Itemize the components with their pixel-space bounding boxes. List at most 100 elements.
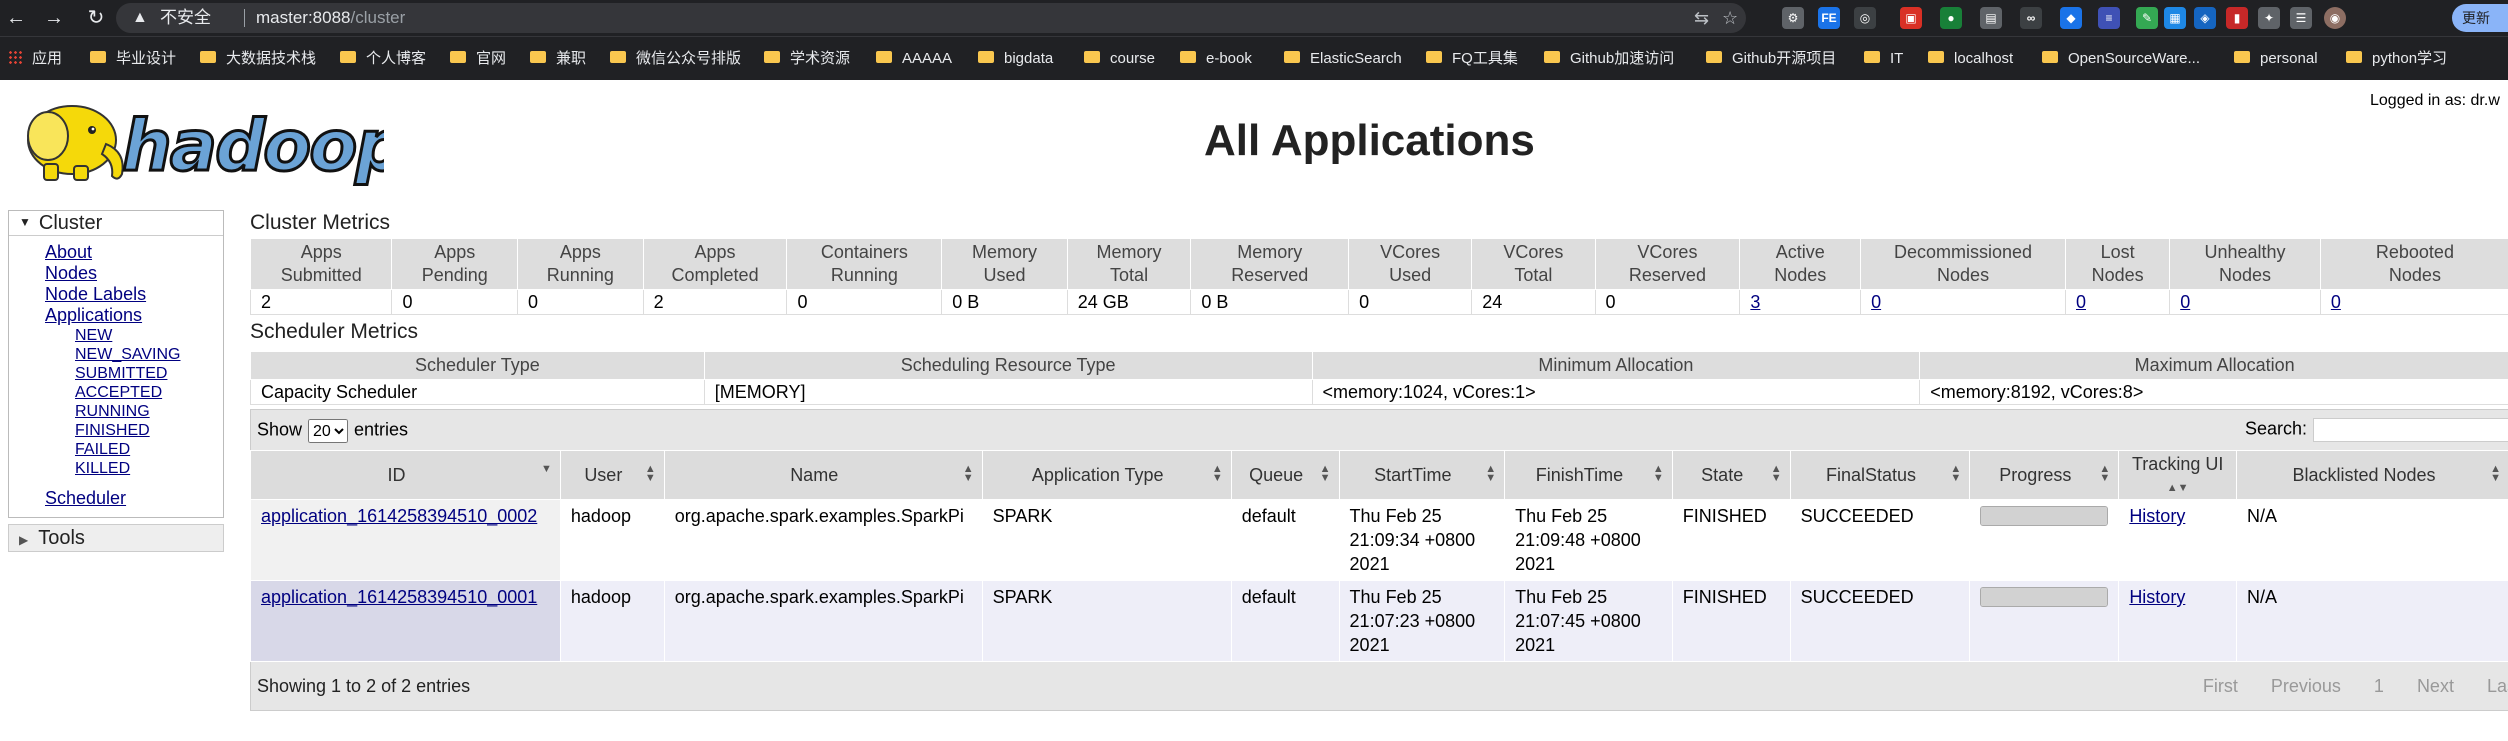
sidebar-link-node-labels[interactable]: Node Labels: [45, 284, 223, 305]
star-icon[interactable]: ☆: [1722, 3, 1738, 33]
state-link-failed[interactable]: FAILED: [75, 440, 223, 459]
bookmark-folder[interactable]: 毕业设计: [90, 48, 176, 70]
pager-next[interactable]: Next: [2417, 676, 2454, 696]
sidebar-link-scheduler[interactable]: Scheduler: [45, 488, 223, 509]
cluster-header[interactable]: ▼ Cluster: [9, 211, 223, 236]
active-nodes-link[interactable]: 3: [1750, 292, 1760, 312]
translate-icon[interactable]: ⇆: [1694, 3, 1709, 33]
state-link-finished[interactable]: FINISHED: [75, 421, 223, 440]
state-link-running[interactable]: RUNNING: [75, 402, 223, 421]
history-link[interactable]: History: [2129, 587, 2185, 607]
reload-icon[interactable]: ↻: [82, 4, 110, 32]
extension-lock-icon[interactable]: ▣: [1900, 7, 1922, 29]
bookmark-folder[interactable]: course: [1084, 48, 1155, 70]
app-id-link[interactable]: application_1614258394510_0001: [261, 587, 537, 607]
pager-previous[interactable]: Previous: [2271, 676, 2341, 696]
bookmark-folder[interactable]: 兼职: [530, 48, 586, 70]
sidebar-link-nodes[interactable]: Nodes: [45, 263, 223, 284]
extension-leaf-icon[interactable]: ●: [1940, 7, 1962, 29]
column-header-queue[interactable]: Queue ▲ ▼: [1230, 450, 1340, 500]
bookmark-folder[interactable]: personal: [2234, 48, 2318, 70]
tools-header[interactable]: ▶ Tools: [8, 524, 224, 552]
column-header-progress[interactable]: Progress ▲ ▼: [1969, 450, 2120, 500]
metric-value-link[interactable]: 0: [2064, 289, 2171, 315]
metric-value-link[interactable]: 3: [1739, 289, 1862, 315]
extension-list-icon[interactable]: ≡: [2098, 7, 2120, 29]
bookmark-apps[interactable]: 应用: [8, 48, 62, 70]
extension-book-icon[interactable]: ▮: [2226, 7, 2248, 29]
decommissioned-nodes-link[interactable]: 0: [1871, 292, 1881, 312]
state-link-new[interactable]: NEW: [75, 326, 223, 345]
address-bar[interactable]: ▲ 不安全 master:8088/cluster ⇆ ☆: [116, 3, 1746, 33]
column-header-id[interactable]: ID ▼: [250, 450, 561, 500]
search-input[interactable]: [2313, 418, 2508, 442]
extension-dropbox-icon[interactable]: ◈: [2194, 7, 2216, 29]
metric-value-link[interactable]: 0: [2319, 289, 2508, 315]
extension-diamond-icon[interactable]: ◆: [2060, 7, 2082, 29]
address-separator: [244, 9, 245, 27]
metric-header: Containers Running: [786, 238, 943, 290]
state-link-new-saving[interactable]: NEW_SAVING: [75, 345, 223, 364]
update-button[interactable]: 更新: [2452, 4, 2508, 32]
hadoop-logo[interactable]: hadoop: [14, 92, 384, 187]
bookmark-folder[interactable]: IT: [1864, 48, 1903, 70]
column-header-blacklisted-nodes[interactable]: Blacklisted Nodes ▲ ▼: [2236, 450, 2508, 500]
bookmark-folder[interactable]: 微信公众号排版: [610, 48, 741, 70]
pager-last[interactable]: Last: [2487, 676, 2508, 696]
scheduler-value: <memory:8192, vCores:8>: [1919, 379, 2508, 405]
bookmark-folder[interactable]: 学术资源: [764, 48, 850, 70]
lost-nodes-link[interactable]: 0: [2076, 292, 2086, 312]
extension-grid-icon[interactable]: ▦: [2164, 7, 2186, 29]
state-link-killed[interactable]: KILLED: [75, 459, 223, 478]
bookmark-folder[interactable]: Github开源项目: [1706, 48, 1836, 70]
extension-glasses-icon[interactable]: ∞: [2020, 7, 2042, 29]
bookmark-folder[interactable]: localhost: [1928, 48, 2013, 70]
column-header-finalstatus[interactable]: FinalStatus ▲ ▼: [1789, 450, 1971, 500]
column-header-name[interactable]: Name ▲ ▼: [663, 450, 983, 500]
bookmark-folder[interactable]: 官网: [450, 48, 506, 70]
column-header-state[interactable]: State ▲ ▼: [1671, 450, 1791, 500]
state-link-submitted[interactable]: SUBMITTED: [75, 364, 223, 383]
bookmark-folder[interactable]: OpenSourceWare...: [2042, 48, 2200, 70]
state-link-accepted[interactable]: ACCEPTED: [75, 383, 223, 402]
rebooted-nodes-link[interactable]: 0: [2331, 292, 2341, 312]
reading-list-icon[interactable]: ☰: [2290, 7, 2312, 29]
history-link[interactable]: History: [2129, 506, 2185, 526]
bookmark-folder[interactable]: Github加速访问: [1544, 48, 1674, 70]
bookmark-folder[interactable]: 个人博客: [340, 48, 426, 70]
bookmark-folder[interactable]: bigdata: [978, 48, 1053, 70]
column-header-application-type[interactable]: Application Type ▲ ▼: [981, 450, 1232, 500]
extension-code-icon[interactable]: ◎: [1854, 7, 1876, 29]
security-label: 不安全: [160, 8, 211, 27]
extension-image-icon[interactable]: ▤: [1980, 7, 2002, 29]
column-header-user[interactable]: User ▲ ▼: [559, 450, 665, 500]
profile-avatar-icon[interactable]: ◉: [2324, 7, 2346, 29]
extensions-puzzle-icon[interactable]: ✦: [2258, 7, 2280, 29]
metric-value-link[interactable]: 0: [1860, 289, 2066, 315]
sidebar-link-about[interactable]: About: [45, 242, 223, 263]
column-header-finishtime[interactable]: FinishTime ▲ ▼: [1504, 450, 1673, 500]
pager-page-1[interactable]: 1: [2374, 676, 2384, 696]
extension-pen-icon[interactable]: ✎: [2136, 7, 2158, 29]
extension-gear-icon[interactable]: ⚙: [1782, 7, 1804, 29]
bookmark-folder[interactable]: AAAAA: [876, 48, 952, 70]
pager-first[interactable]: First: [2203, 676, 2238, 696]
bookmark-folder[interactable]: FQ工具集: [1426, 48, 1518, 70]
entries-select[interactable]: 20: [308, 419, 349, 443]
back-icon[interactable]: ←: [2, 4, 30, 32]
app-id-link[interactable]: application_1614258394510_0002: [261, 506, 537, 526]
sidebar-link-applications[interactable]: Applications: [45, 305, 223, 326]
url-text[interactable]: master:8088/cluster: [256, 3, 405, 33]
metric-value: 0: [517, 289, 644, 315]
bookmark-folder[interactable]: 大数据技术栈: [200, 48, 316, 70]
column-header-starttime[interactable]: StartTime ▲ ▼: [1338, 450, 1506, 500]
folder-icon: [340, 51, 356, 64]
forward-icon[interactable]: →: [40, 4, 68, 32]
metric-value-link[interactable]: 0: [2169, 289, 2321, 315]
bookmark-folder[interactable]: python学习: [2346, 48, 2447, 70]
column-header-tracking-ui[interactable]: Tracking UI ▲▼: [2118, 450, 2238, 500]
unhealthy-nodes-link[interactable]: 0: [2180, 292, 2190, 312]
extension-fe-icon[interactable]: FE: [1818, 7, 1840, 29]
bookmark-folder[interactable]: ElasticSearch: [1284, 48, 1402, 70]
bookmark-folder[interactable]: e-book: [1180, 48, 1252, 70]
